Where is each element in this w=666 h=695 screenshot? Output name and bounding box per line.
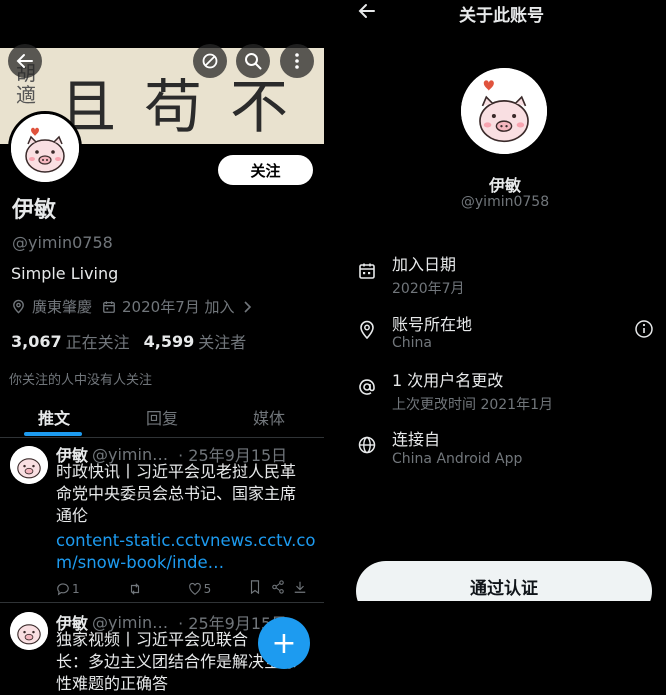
followers-count[interactable]: 4,599 — [144, 332, 195, 351]
search-icon — [245, 53, 262, 70]
info-title: 账号所在地 — [392, 315, 473, 334]
tweet-text-line: 性难题的正确答 — [56, 674, 169, 693]
verify-button-label: 通过认证 — [470, 579, 538, 599]
pig-avatar-icon — [10, 446, 48, 484]
tweet-divider — [0, 602, 324, 603]
profile-handle: @yimin0758 — [12, 233, 113, 252]
info-title: 加入日期 — [392, 255, 457, 274]
account-name: 伊敏 — [488, 176, 521, 195]
profile-name: 伊敏 — [12, 198, 57, 223]
tab-active-indicator — [24, 432, 82, 436]
grok-icon — [202, 53, 218, 69]
profile-joined: 2020年7月 加入 — [122, 298, 235, 316]
download-button[interactable] — [293, 580, 307, 597]
info-title: 1 次用户名更改 — [392, 371, 504, 390]
like-count: 5 — [203, 581, 212, 596]
location-icon — [13, 299, 24, 314]
avatar — [461, 68, 547, 154]
share-icon — [272, 580, 285, 594]
calendar-icon — [103, 300, 115, 313]
more-vertical-icon — [295, 53, 299, 69]
following-label[interactable]: 正在关注 — [66, 329, 130, 353]
globe-icon — [358, 436, 376, 454]
page-title: 关于此账号 — [459, 6, 544, 26]
tweet-text-line: 时政快讯丨习近平会见老挝人民革 — [56, 462, 297, 481]
at-sign-icon — [359, 379, 375, 395]
info-title: 连接自 — [392, 430, 441, 449]
info-sub: 2020年7月 — [392, 281, 465, 297]
profile-tabs: 推文 回复 媒体 — [0, 397, 324, 438]
account-handle: @yimin0758 — [460, 194, 550, 210]
reply-count: 1 — [72, 581, 80, 596]
download-icon — [295, 581, 306, 593]
tweet-text-line: 通伦 — [56, 506, 89, 525]
following-count[interactable]: 3,067 — [11, 332, 62, 351]
calendar-icon — [359, 263, 375, 279]
info-sub: China — [392, 335, 432, 351]
profile-meta: 廣東肇慶 2020年7月 加入 — [11, 296, 253, 317]
follow-button[interactable]: 关注 — [218, 155, 313, 185]
arrow-left-icon — [358, 4, 375, 18]
profile-bio: Simple Living — [11, 264, 119, 283]
bookmark-icon — [251, 580, 260, 595]
tweet-avatar[interactable] — [10, 612, 48, 650]
back-button[interactable] — [358, 2, 376, 24]
tweet-text-line: 命党中央委员会总书记、国家主席 — [56, 484, 297, 503]
banner-calligraphy: 且苟不 — [58, 73, 317, 141]
tab-posts[interactable]: 推文 — [38, 405, 70, 429]
tweet-avatar[interactable] — [10, 446, 48, 484]
heart-icon — [188, 582, 201, 595]
location-icon — [360, 320, 374, 340]
reply-button[interactable]: 1 — [56, 582, 80, 596]
retweet-button[interactable] — [128, 582, 142, 596]
followers-label[interactable]: 关注者 — [198, 329, 246, 353]
avatar[interactable] — [8, 111, 82, 185]
more-options-button[interactable] — [280, 44, 314, 78]
retweet-icon — [130, 582, 139, 595]
grok-button[interactable] — [193, 44, 227, 78]
share-button[interactable] — [271, 580, 285, 597]
info-sub: 上次更改时间 2021年1月 — [392, 397, 553, 413]
chevron-right-icon[interactable] — [243, 300, 253, 314]
mutual-followers-note: 你关注的人中没有人关注 — [9, 373, 153, 388]
back-button[interactable] — [8, 44, 42, 78]
pig-avatar-icon — [461, 68, 547, 154]
pig-avatar-icon — [10, 612, 48, 650]
follow-stats: 3,067 正在关注 4,599 关注者 — [11, 329, 246, 353]
tweet-text: 时政快讯丨习近平会见老挝人民革 命党中央委员会总书记、国家主席 通伦 — [56, 461, 318, 527]
tweet-link-line[interactable]: content-static.cctvnews.cctv.co — [56, 530, 316, 552]
info-sub: China Android App — [392, 451, 523, 467]
pig-avatar-icon — [11, 114, 79, 182]
tab-replies[interactable]: 回复 — [146, 405, 178, 429]
tweet-link-line[interactable]: m/snow-book/inde… — [56, 552, 316, 574]
reply-icon — [57, 582, 69, 595]
bookmark-button[interactable] — [249, 580, 261, 597]
tweet-link[interactable]: content-static.cctvnews.cctv.co m/snow-b… — [56, 530, 316, 574]
about-account-panel: 关于此账号 伊敏 @yimin0758 加入日期 2020年7月 账号所在地 C… — [344, 0, 666, 681]
compose-button[interactable]: + — [258, 617, 310, 669]
like-button[interactable]: 5 — [188, 581, 212, 596]
tab-media[interactable]: 媒体 — [253, 405, 285, 429]
profile-location: 廣東肇慶 — [32, 298, 93, 316]
bottom-mask — [344, 601, 666, 681]
info-icon[interactable] — [634, 319, 654, 339]
search-button[interactable] — [236, 44, 270, 78]
plus-icon: + — [271, 625, 297, 661]
tweet-actions: 1 5 — [56, 580, 312, 597]
arrow-left-icon — [16, 54, 33, 68]
